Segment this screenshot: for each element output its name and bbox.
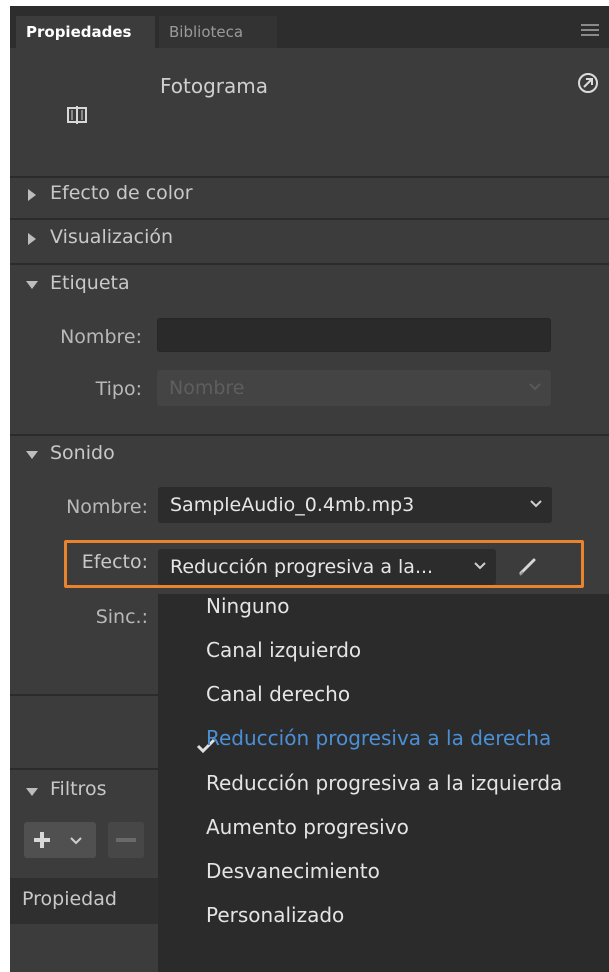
expand-arrow-icon[interactable] (28, 189, 36, 201)
divider (10, 176, 609, 178)
effect-option-reduccion-izquierda[interactable]: Reducción progresiva a la izquierda (206, 771, 562, 795)
section-filters[interactable]: Filtros (50, 778, 106, 800)
effect-option-aumento-progresivo[interactable]: Aumento progresivo (206, 815, 409, 839)
label-type-select: Nombre (157, 370, 551, 406)
section-sound[interactable]: Sonido (50, 442, 115, 464)
collapse-arrow-icon[interactable] (26, 451, 38, 459)
properties-panel: Propiedades Biblioteca Fotograma Efecto … (10, 6, 609, 972)
expand-arrow-icon[interactable] (28, 233, 36, 245)
section-label[interactable]: Etiqueta (50, 272, 130, 294)
panel-menu-icon[interactable] (581, 24, 599, 36)
effect-option-personalizado[interactable]: Personalizado (206, 903, 344, 927)
chevron-down-icon (529, 383, 541, 391)
collapse-arrow-icon[interactable] (26, 281, 38, 289)
chevron-down-icon (70, 837, 82, 845)
sound-effect-label: Efecto: (81, 551, 148, 573)
open-link-icon[interactable] (577, 72, 599, 94)
sound-name-value: SampleAudio_0.4mb.mp3 (170, 494, 415, 516)
edit-pencil-icon[interactable] (516, 554, 540, 578)
section-color-effect[interactable]: Efecto de color (50, 182, 193, 204)
effect-option-desvanecimiento[interactable]: Desvanecimiento (206, 859, 380, 883)
label-name-input[interactable] (157, 318, 551, 352)
divider (10, 434, 609, 436)
effect-option-canal-derecho[interactable]: Canal derecho (206, 682, 350, 706)
effect-option-ninguno[interactable]: Ninguno (206, 594, 289, 618)
filters-table-header: Propiedad (10, 878, 158, 924)
label-name-label: Nombre: (60, 326, 142, 348)
sound-sync-label: Sinc.: (95, 606, 148, 628)
divider (10, 218, 609, 220)
sound-name-label: Nombre: (66, 496, 148, 518)
sound-effect-select[interactable]: Reducción progresiva a la... (158, 549, 496, 585)
sound-effect-value: Reducción progresiva a la... (170, 556, 434, 578)
tab-bar: Propiedades Biblioteca (10, 6, 609, 48)
effect-option-canal-izquierdo[interactable]: Canal izquierdo (206, 638, 361, 662)
collapse-arrow-icon[interactable] (26, 788, 38, 796)
section-display[interactable]: Visualización (50, 226, 173, 248)
divider (10, 768, 158, 770)
effect-option-reduccion-derecha[interactable]: Reducción progresiva a la derecha (206, 726, 551, 750)
tab-biblioteca[interactable]: Biblioteca (159, 16, 277, 48)
plus-icon (34, 832, 50, 848)
label-type-label: Tipo: (95, 378, 142, 400)
add-filter-button[interactable] (24, 822, 96, 858)
chevron-down-icon (474, 562, 486, 570)
tab-propiedades[interactable]: Propiedades (16, 16, 155, 48)
header-title: Fotograma (160, 74, 269, 98)
divider (10, 694, 158, 696)
sound-name-select[interactable]: SampleAudio_0.4mb.mp3 (158, 487, 552, 523)
label-type-value: Nombre (169, 377, 245, 399)
column-header-property: Propiedad (22, 888, 117, 910)
frame-icon (67, 106, 87, 124)
divider (10, 263, 609, 265)
remove-filter-button[interactable] (108, 822, 144, 858)
chevron-down-icon (530, 500, 542, 508)
minus-icon (116, 838, 136, 842)
